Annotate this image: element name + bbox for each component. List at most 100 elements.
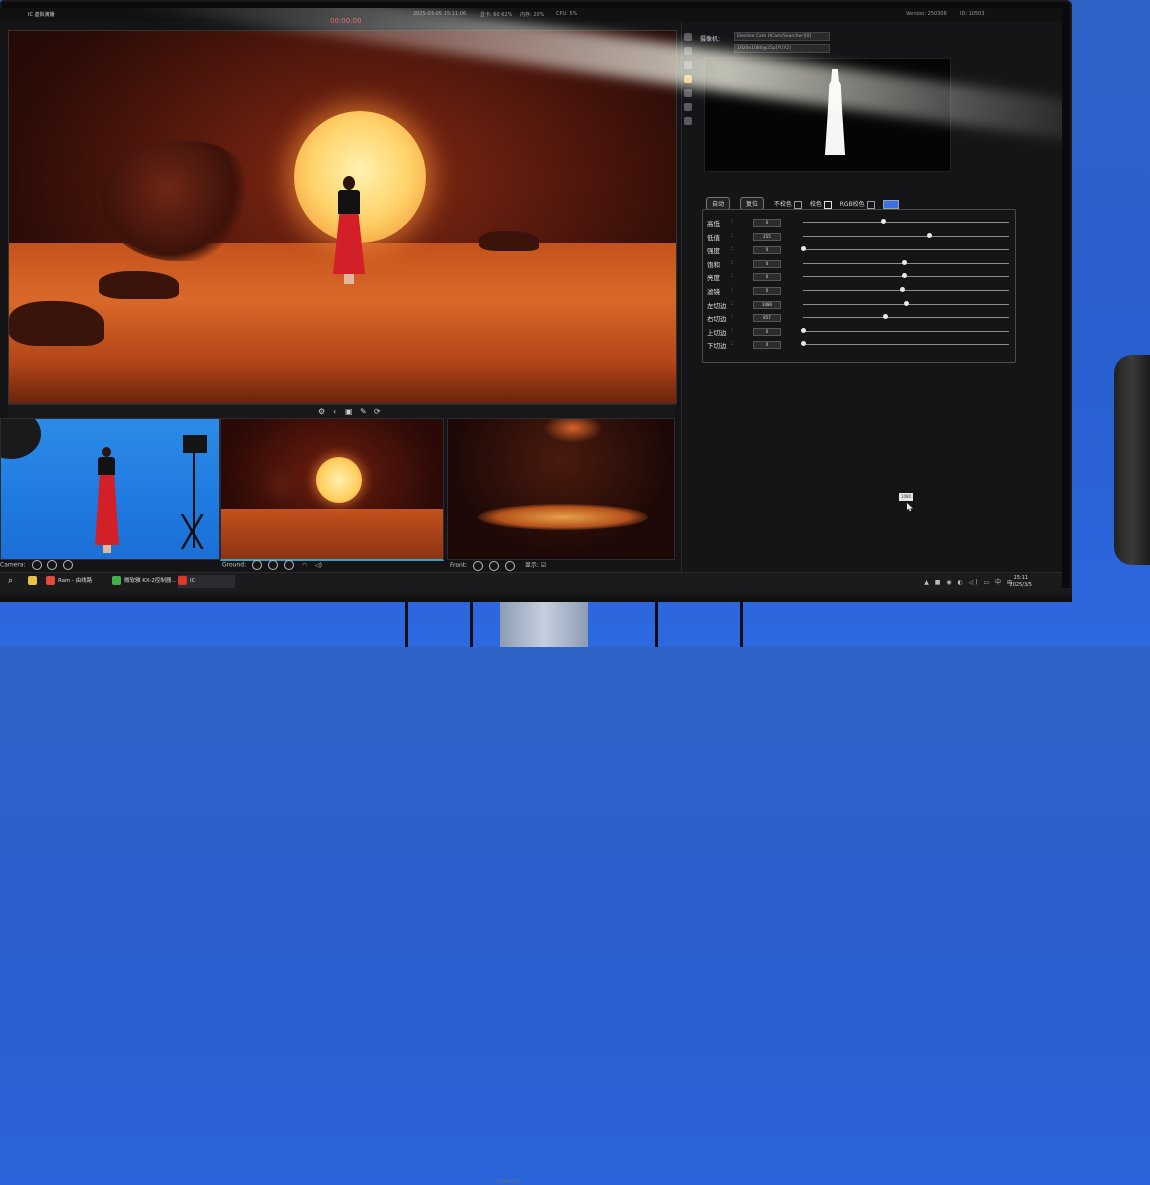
param-row: 强度:0 [707, 245, 1011, 255]
camera-format-select[interactable]: 1920x1080@25p[YUY2] [734, 44, 830, 53]
param-slider-track[interactable] [803, 290, 1009, 291]
display-check-icon[interactable]: ☑ [541, 562, 546, 569]
param-value-input[interactable]: 0 [753, 327, 781, 336]
wifi-icon[interactable]: ◠ [302, 562, 307, 569]
keying-panel: 摄像机: Elecline Cam HCam(Searcher)[0] 1920… [681, 22, 1062, 580]
key-checkbox[interactable] [823, 200, 832, 209]
param-value-input[interactable]: 0 [753, 273, 781, 282]
param-value-input[interactable]: 0 [753, 287, 781, 295]
play-icon[interactable] [267, 560, 278, 570]
param-value-input[interactable]: 1080 [753, 300, 781, 309]
matte-silhouette [824, 69, 846, 155]
layout-icon[interactable] [684, 33, 692, 41]
param-slider-track[interactable] [803, 330, 1009, 332]
gpu-usage: 显卡: 60 62% [480, 12, 513, 18]
param-slider-track[interactable] [803, 317, 1009, 319]
record-icon[interactable] [31, 560, 42, 570]
memory-usage: 内存: 20% [520, 12, 545, 18]
volume-icon[interactable]: ◁) [315, 562, 322, 569]
scene-rock [99, 271, 179, 299]
edit-icon[interactable]: ✎ [360, 407, 367, 416]
cable [470, 602, 473, 647]
param-label: 强度 [707, 247, 720, 256]
cable [655, 602, 658, 647]
chevron-left-icon[interactable]: ‹ [333, 407, 336, 416]
ground-thumbnail[interactable] [220, 418, 444, 561]
taskbar-folder[interactable] [28, 575, 40, 588]
param-value-input[interactable]: 255 [753, 232, 781, 241]
scene-tree [261, 464, 301, 504]
taskbar-item-rain[interactable]: Rain - 由线路 [46, 575, 92, 588]
system-tray[interactable]: ▲ ■ ◉ ◐ ◁) ▭ 中 ⊞ [924, 577, 1014, 586]
music-icon[interactable] [684, 61, 692, 69]
key-color-swatch[interactable] [882, 200, 899, 209]
param-slider-track[interactable] [803, 222, 1009, 223]
play-icon[interactable] [47, 560, 58, 570]
record-icon[interactable] [473, 560, 484, 571]
cpu-usage: CPU: 5% [556, 11, 578, 17]
param-row: 亮度:0 [707, 272, 1011, 282]
taskbar-clock[interactable]: 15:11 2025/3/5 [1010, 575, 1032, 589]
preview-control-strip: ⚙ ‹ ▣ ✎ ⟳ [8, 404, 675, 419]
chat-icon[interactable] [684, 89, 692, 97]
param-label: 饱和 [707, 260, 720, 269]
rgb-key-checkbox[interactable] [866, 200, 875, 209]
key-label: 校色 [809, 201, 822, 208]
key-matte-preview [704, 58, 951, 172]
camera-icon[interactable] [684, 47, 692, 55]
param-slider-track[interactable] [803, 249, 1009, 251]
param-slider-track[interactable] [803, 344, 1009, 346]
refresh-icon[interactable]: ⟳ [374, 407, 381, 416]
param-row: 低值:255 [707, 232, 1011, 242]
param-label: 右切边 [707, 315, 727, 324]
minus-icon[interactable] [283, 560, 294, 570]
param-slider-thumb[interactable] [801, 246, 806, 252]
param-value-input[interactable]: 0 [753, 259, 781, 268]
taskbar-item-ic[interactable]: IC [178, 575, 236, 588]
search-icon[interactable]: ⌕ [8, 575, 13, 588]
param-slider-thumb[interactable] [901, 259, 907, 265]
camera-thumbnail[interactable] [0, 418, 220, 560]
param-row: 右切边:857 [707, 313, 1011, 323]
param-slider-thumb[interactable] [881, 219, 887, 224]
param-slider-thumb[interactable] [904, 300, 909, 306]
user-icon[interactable] [684, 117, 692, 125]
param-label: 下切边 [707, 342, 727, 351]
param-slider-thumb[interactable] [801, 341, 806, 347]
scene-rock [479, 231, 539, 251]
param-value-input[interactable]: 0 [753, 219, 781, 227]
record-icon[interactable] [252, 560, 263, 570]
param-slider-track[interactable] [803, 235, 1009, 237]
rgb-key-label: RGB校色 [839, 201, 865, 208]
param-slider-thumb[interactable] [901, 273, 907, 279]
mic-icon[interactable] [684, 103, 692, 111]
monitor-bezel: xiaomi [0, 588, 1072, 1185]
settings-icon[interactable]: ⚙ [318, 407, 325, 416]
camera-thumb-controls: Camera: [0, 560, 74, 572]
minus-icon[interactable] [504, 560, 515, 571]
param-slider-thumb[interactable] [926, 232, 932, 238]
param-value-input[interactable]: 0 [753, 246, 781, 255]
param-slider-thumb[interactable] [899, 287, 905, 292]
param-value-input[interactable]: 0 [753, 341, 781, 350]
param-value-input[interactable]: 857 [753, 314, 781, 323]
param-slider-thumb[interactable] [883, 314, 889, 320]
param-label: 高低 [707, 220, 720, 228]
ground-thumb-controls: Ground: ◠ ◁) [222, 560, 322, 572]
front-thumbnail[interactable] [447, 418, 675, 560]
param-label: 亮度 [707, 274, 720, 283]
taskbar-item-controller[interactable]: 微软雅 KX-2控制器... [112, 575, 177, 588]
display-label: 显示: [524, 562, 539, 569]
minus-icon[interactable] [63, 560, 74, 570]
snapshot-icon[interactable]: ▣ [345, 407, 353, 416]
monitor-stand [500, 602, 588, 647]
no-key-checkbox[interactable] [793, 200, 802, 209]
play-icon[interactable] [489, 560, 500, 571]
mouse-cursor-icon [907, 503, 913, 511]
main-preview[interactable] [8, 30, 677, 404]
folder-icon[interactable] [684, 75, 692, 83]
param-slider-thumb[interactable] [801, 327, 806, 333]
param-label: 上切边 [707, 328, 727, 337]
camera-device-select[interactable]: Elecline Cam HCam(Searcher)[0] [734, 32, 830, 41]
key-parameters: 1080 高低:0 低值:255 强度:0 饱和:0 亮度:0 滤镜:0 左切边:1080 右… [702, 209, 1016, 511]
